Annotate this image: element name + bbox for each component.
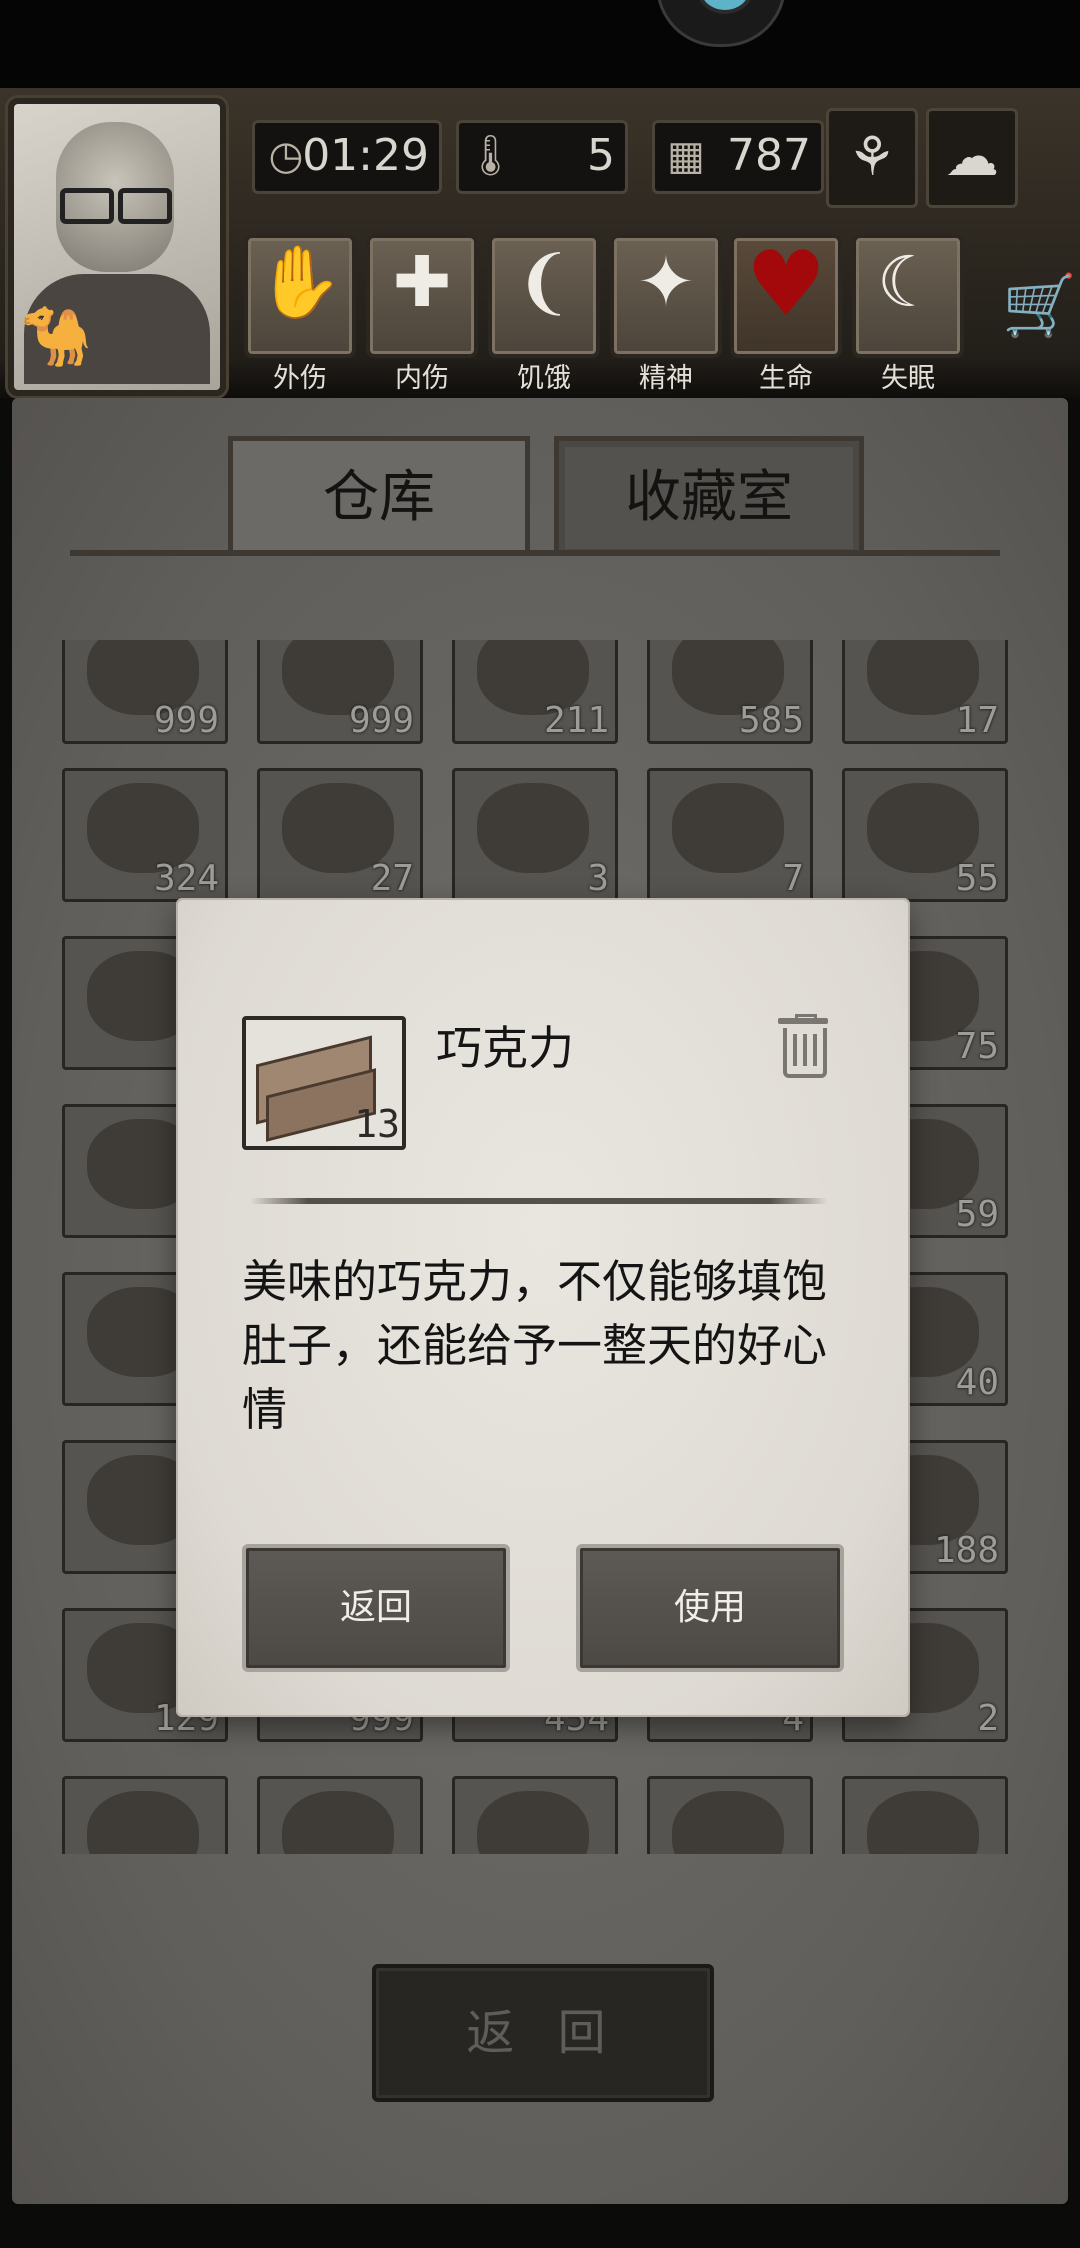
item-count: 13 xyxy=(354,1102,400,1146)
floating-app-icon[interactable] xyxy=(656,0,786,47)
snow-cloud-icon[interactable]: ☁ xyxy=(926,108,1018,208)
status-health[interactable]: ♥ 生命 xyxy=(730,232,842,394)
hand-bandage-icon: ✋ xyxy=(256,241,344,323)
camel-icon: 🐪 xyxy=(20,302,93,370)
status-mind[interactable]: ✦ 精神 xyxy=(610,234,722,394)
bottom-edge xyxy=(0,2204,1080,2248)
cross-icon: ✚ xyxy=(392,241,452,323)
moon-star-icon: ☾ xyxy=(876,241,940,323)
cart-icon[interactable]: 🛒 xyxy=(1002,270,1077,341)
character-portrait[interactable]: 🐪 xyxy=(8,98,226,396)
chocolate-icon: 13 xyxy=(242,1016,406,1150)
item-description: 美味的巧克力，不仅能够填饱肚子，还能给予一整天的好心情 xyxy=(242,1255,828,1436)
status-hunger[interactable]: ❨ 饥饿 xyxy=(488,234,600,394)
sprout-icon[interactable]: ⚘ xyxy=(826,108,918,208)
temperature-display: 🌡 5 xyxy=(456,120,628,194)
item-detail-dialog: 13 巧克力 美味的巧克力，不仅能够填饱肚子，还能给予一整天的好心情 返回 使用 xyxy=(178,900,908,1715)
stomach-icon: ❨ xyxy=(514,241,574,323)
divider xyxy=(250,1198,828,1204)
dialog-back-button[interactable]: 返回 xyxy=(242,1544,510,1672)
heart-icon: ♥ xyxy=(745,232,827,337)
thermometer-icon: 🌡 xyxy=(465,133,516,179)
item-name: 巧克力 xyxy=(436,1021,574,1075)
mind-icon: ✦ xyxy=(636,241,696,323)
days-display: ▦ 787 xyxy=(652,120,824,194)
status-internal-injury[interactable]: ✚ 内伤 xyxy=(366,234,478,394)
time-display: ◷ 01:29 xyxy=(252,120,442,194)
calendar-icon: ▦ xyxy=(667,133,705,179)
system-status-area xyxy=(0,0,1080,88)
status-external-injury[interactable]: ✋ 外伤 xyxy=(244,234,356,394)
trash-icon[interactable] xyxy=(778,1014,828,1078)
use-button[interactable]: 使用 xyxy=(576,1544,844,1672)
status-insomnia[interactable]: ☾ 失眠 xyxy=(852,234,964,394)
